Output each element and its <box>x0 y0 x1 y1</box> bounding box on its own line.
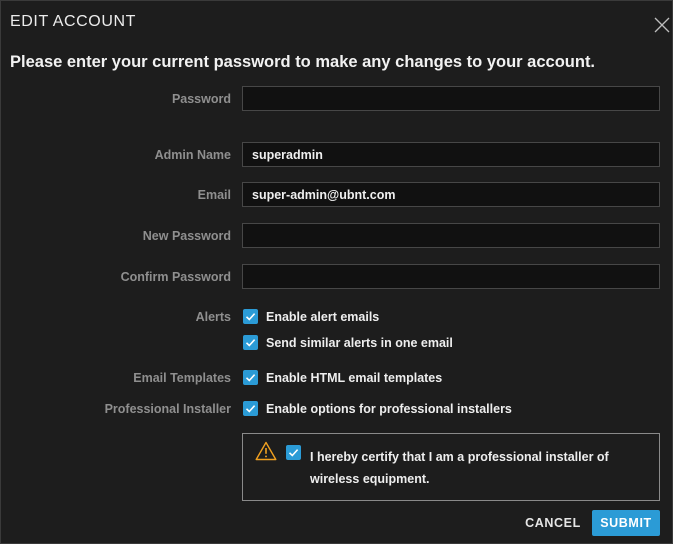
close-icon[interactable] <box>653 16 671 34</box>
email-templates-label: Email Templates <box>133 371 231 385</box>
check-icon <box>245 374 256 382</box>
certify-installer-text: I hereby certify that I am a professiona… <box>310 450 609 486</box>
enable-alert-emails-checkbox[interactable] <box>243 309 258 324</box>
email-field[interactable] <box>242 182 660 207</box>
enable-alert-emails-label: Enable alert emails <box>266 310 380 324</box>
send-similar-alerts-label: Send similar alerts in one email <box>266 336 453 350</box>
confirm-password-field[interactable] <box>242 264 660 289</box>
enable-professional-options-label: Enable options for professional installe… <box>266 402 512 416</box>
password-field[interactable] <box>242 86 660 111</box>
email-label: Email <box>197 188 231 202</box>
submit-button[interactable]: SUBMIT <box>592 510 660 536</box>
check-icon <box>288 449 299 457</box>
professional-installer-label: Professional Installer <box>104 402 231 416</box>
new-password-label: New Password <box>142 229 231 243</box>
password-label: Password <box>171 92 231 106</box>
check-icon <box>245 405 256 413</box>
admin-name-label: Admin Name <box>154 148 231 162</box>
enable-html-templates-checkbox[interactable] <box>243 370 258 385</box>
new-password-field[interactable] <box>242 223 660 248</box>
dialog-title: EDIT ACCOUNT <box>10 13 137 30</box>
confirm-password-label: Confirm Password <box>120 270 231 284</box>
admin-name-field[interactable] <box>242 142 660 167</box>
send-similar-alerts-checkbox[interactable] <box>243 335 258 350</box>
check-icon <box>245 339 256 347</box>
enable-professional-options-checkbox[interactable] <box>243 401 258 416</box>
alerts-label: Alerts <box>195 310 231 324</box>
warning-icon <box>255 441 277 461</box>
enable-html-templates-label: Enable HTML email templates <box>266 371 443 385</box>
check-icon <box>245 313 256 321</box>
cancel-button[interactable]: CANCEL <box>522 510 584 536</box>
intro-text: Please enter your current password to ma… <box>10 53 596 71</box>
edit-account-dialog: EDIT ACCOUNT Please enter your current p… <box>0 0 673 544</box>
certify-installer-checkbox[interactable] <box>286 445 301 460</box>
